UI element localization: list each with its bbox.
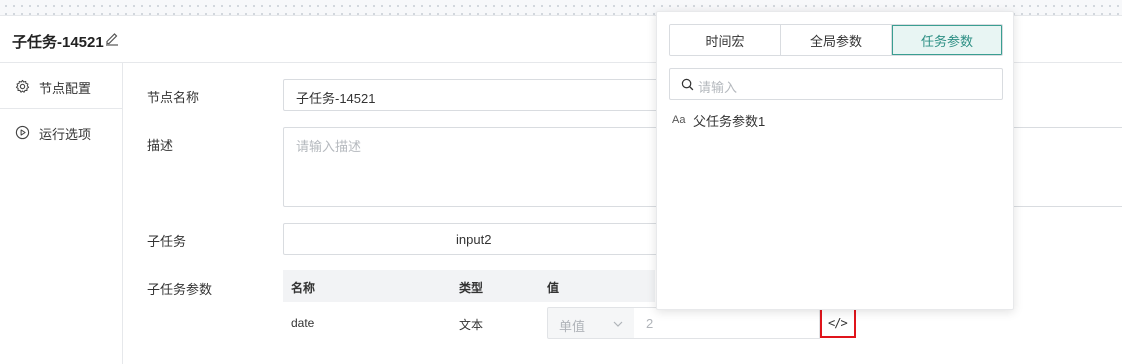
picker-tabs: 时间宏 全局参数 任务参数 <box>669 24 1003 56</box>
sidebar-item-label: 节点配置 <box>39 81 92 96</box>
insert-variable-button[interactable]: </> <box>820 308 856 338</box>
param-mode-select[interactable]: 单值 <box>547 307 635 339</box>
params-table-header: 名称 类型 值 <box>283 270 655 302</box>
node-name-value: 子任务-14521 <box>296 91 376 106</box>
code-icon: </> <box>828 316 848 330</box>
subtask-value: input2 <box>456 232 492 247</box>
node-name-label: 节点名称 <box>147 90 200 105</box>
param-mode-value: 单值 <box>559 319 586 334</box>
gear-icon <box>15 79 30 94</box>
list-item[interactable]: Aa 父任务参数1 <box>669 111 1003 133</box>
picker-search-input[interactable]: 请输入 <box>669 68 1003 100</box>
sidebar: 节点配置 运行选项 <box>0 63 123 364</box>
sidebar-item-label: 运行选项 <box>39 127 92 142</box>
description-label: 描述 <box>147 138 174 153</box>
description-placeholder: 请输入描述 <box>296 139 362 154</box>
column-header-value: 值 <box>547 281 560 295</box>
chevron-down-icon <box>612 318 624 330</box>
sidebar-item-run-options[interactable]: 运行选项 <box>0 109 123 155</box>
sidebar-item-node-config[interactable]: 节点配置 <box>0 63 123 109</box>
node-name-input[interactable]: 子任务-14521 <box>283 79 683 111</box>
search-placeholder: 请输入 <box>698 80 738 95</box>
param-value-input[interactable]: 2 <box>634 307 820 339</box>
column-header-type: 类型 <box>459 281 484 295</box>
subtask-label: 子任务 <box>147 234 187 249</box>
page-title: 子任务-14521 <box>12 34 104 51</box>
parameter-picker-popover: 时间宏 全局参数 任务参数 请输入 Aa 父任务参数1 <box>656 11 1014 310</box>
edit-icon[interactable] <box>104 30 120 46</box>
param-type-cell: 文本 <box>459 318 484 332</box>
subtask-params-label: 子任务参数 <box>147 282 213 297</box>
subtask-select[interactable]: input2 <box>283 223 683 255</box>
param-name-cell: date <box>291 316 315 330</box>
play-circle-icon <box>15 125 30 140</box>
param-value: 2 <box>646 316 654 331</box>
tab-task-params[interactable]: 任务参数 <box>892 25 1002 55</box>
text-type-icon: Aa <box>672 114 686 126</box>
tab-time-macro[interactable]: 时间宏 <box>670 25 781 55</box>
tab-global-params[interactable]: 全局参数 <box>781 25 892 55</box>
param-item-label: 父任务参数1 <box>693 114 766 129</box>
column-header-name: 名称 <box>291 281 316 295</box>
search-icon <box>681 78 694 91</box>
